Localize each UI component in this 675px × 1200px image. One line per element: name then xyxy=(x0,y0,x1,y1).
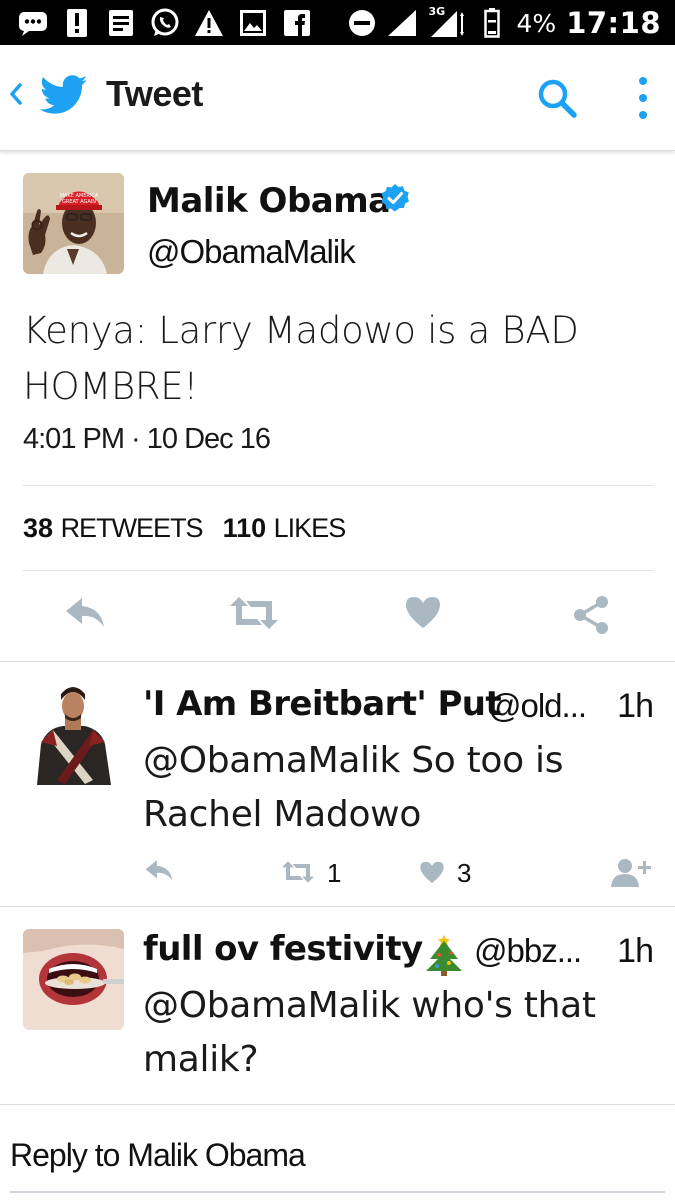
signal-icon xyxy=(387,8,417,38)
main-tweet: MAKE AMERICA GREAT AGAIN Malik Obama @Ob… xyxy=(0,151,675,662)
reply-author-name[interactable]: full ov festivity xyxy=(143,929,423,969)
retweet-stat[interactable]: 38 RETWEETS xyxy=(23,513,204,544)
like-button[interactable]: 3 xyxy=(419,858,471,889)
like-count: 110 xyxy=(222,513,267,543)
more-vert-icon[interactable] xyxy=(632,75,654,125)
chat-icon xyxy=(18,8,48,38)
verified-badge-icon xyxy=(380,183,410,217)
search-icon[interactable] xyxy=(536,77,580,125)
reply-icon[interactable] xyxy=(144,858,174,882)
like-label: LIKES xyxy=(273,513,347,543)
divider xyxy=(23,570,653,571)
author-avatar[interactable]: MAKE AMERICA GREAT AGAIN xyxy=(23,173,124,274)
page-title: Tweet xyxy=(106,73,203,114)
reply-icon[interactable] xyxy=(64,595,106,633)
twitter-bird-icon[interactable] xyxy=(39,75,88,119)
divider xyxy=(23,485,653,486)
reply-input[interactable]: Reply to Malik Obama xyxy=(10,1137,306,1174)
reply-author-handle[interactable]: @bbz... xyxy=(474,932,582,970)
reply-tweet[interactable]: 'I Am Breitbart' Put @old... 1h @ObamaMa… xyxy=(0,662,675,907)
reply-avatar[interactable] xyxy=(23,684,124,785)
battery-icon xyxy=(477,8,507,38)
author-handle[interactable]: @ObamaMalik xyxy=(147,233,356,271)
reply-text: @ObamaMalik who's that malik? xyxy=(143,985,596,1080)
like-stat[interactable]: 110 LIKES xyxy=(222,513,347,544)
like-count: 3 xyxy=(457,858,472,888)
alert-icon xyxy=(62,8,92,38)
reply-composer[interactable]: Reply to Malik Obama xyxy=(0,1105,675,1200)
retweet-button[interactable]: 1 xyxy=(281,858,341,889)
retweet-icon[interactable] xyxy=(229,595,279,635)
image-icon xyxy=(238,8,268,38)
clock: 17:18 xyxy=(566,6,661,40)
tweet-stats: 38 RETWEETS 110 LIKES xyxy=(23,513,347,544)
whatsapp-icon xyxy=(150,8,180,38)
retweet-icon xyxy=(281,860,315,888)
reply-time: 1h xyxy=(617,687,654,725)
share-icon[interactable] xyxy=(572,595,610,639)
signal-3g-icon: 3G xyxy=(427,5,467,39)
warning-icon xyxy=(194,8,224,38)
like-icon xyxy=(419,860,445,888)
christmas-tree-icon xyxy=(422,933,466,981)
svg-text:GREAT AGAIN: GREAT AGAIN xyxy=(62,199,96,205)
reply-input-underline xyxy=(10,1191,665,1193)
back-chevron-icon[interactable] xyxy=(8,81,24,111)
reply-time: 1h xyxy=(617,932,654,970)
retweet-label: RETWEETS xyxy=(60,513,204,543)
notes-icon xyxy=(106,8,136,38)
status-bar: 3G 4% 17:18 xyxy=(0,0,675,45)
reply-author-name[interactable]: 'I Am Breitbart' Put xyxy=(143,684,502,724)
follow-user-icon[interactable] xyxy=(611,858,651,888)
reply-actions: 1 3 xyxy=(0,858,675,888)
retweet-count: 38 xyxy=(23,513,54,543)
facebook-icon xyxy=(282,8,312,38)
reply-text: @ObamaMalik So too is Rachel Madowo xyxy=(143,740,564,835)
retweet-count: 1 xyxy=(327,858,342,888)
reply-author-handle[interactable]: @old... xyxy=(488,687,587,725)
tweet-text: Kenya: Larry Madowo is a BAD HOMBRE! xyxy=(23,309,579,408)
battery-percent: 4% xyxy=(516,8,557,38)
do-not-disturb-icon xyxy=(347,8,377,38)
app-bar: Tweet xyxy=(0,45,675,151)
like-icon[interactable] xyxy=(404,595,442,633)
tweet-timestamp: 4:01 PM · 10 Dec 16 xyxy=(23,423,271,455)
reply-tweet[interactable]: full ov festivity @bbz... 1h @ObamaMalik… xyxy=(0,907,675,1105)
author-name[interactable]: Malik Obama xyxy=(147,181,391,221)
network-type: 3G xyxy=(428,5,446,18)
reply-avatar[interactable] xyxy=(23,929,124,1030)
